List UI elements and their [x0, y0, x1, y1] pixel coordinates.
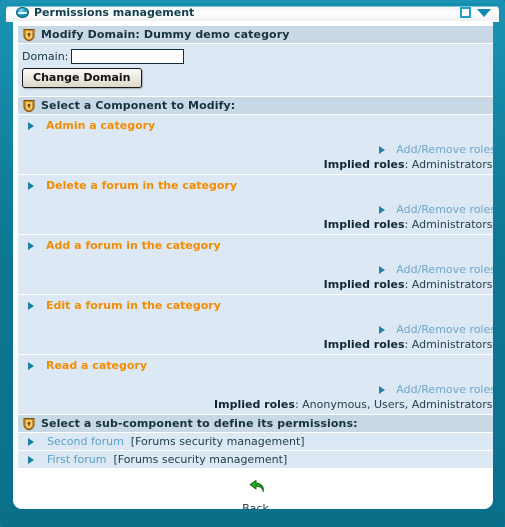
- modify-domain-header: Modify Domain: Dummy demo category: [18, 26, 493, 43]
- chevron-down-icon[interactable]: [477, 8, 491, 17]
- window-client-area: Modify Domain: Dummy demo category Domai…: [13, 21, 493, 509]
- component-link[interactable]: Add a forum in the category: [46, 239, 221, 252]
- triangle-right-icon: [28, 181, 40, 190]
- change-domain-button[interactable]: Change Domain: [22, 68, 142, 88]
- component-title-row: Edit a forum in the category: [18, 299, 493, 312]
- title-bar-left: Permissions management: [16, 6, 194, 19]
- implied-roles-label: Implied roles: [323, 218, 405, 231]
- implied-roles-value: : Administrators,: [404, 158, 493, 171]
- add-remove-roles-row: Add/Remove roles: [18, 143, 493, 156]
- triangle-right-icon: [28, 241, 40, 250]
- triangle-right-icon: [28, 121, 40, 130]
- implied-roles-value: : Administrators,: [404, 338, 493, 351]
- window-globe-icon: [16, 6, 29, 19]
- add-remove-roles-row: Add/Remove roles: [18, 203, 493, 216]
- implied-roles-value: : Administrators,: [404, 218, 493, 231]
- triangle-right-icon: [379, 385, 391, 394]
- subcomponent-list: Second forum [Forums security management]…: [18, 433, 493, 468]
- window-title: Permissions management: [34, 6, 195, 19]
- subcomponents-section-header: Select a sub-component to define its per…: [18, 415, 493, 432]
- implied-roles-label: Implied roles: [323, 278, 405, 291]
- add-remove-roles-link[interactable]: Add/Remove roles: [396, 203, 493, 216]
- component-row: Read a category Add/Remove roles Implied r…: [18, 355, 493, 414]
- shield-icon: [22, 417, 36, 431]
- maximize-button[interactable]: [460, 7, 471, 18]
- domain-field-row: Domain:: [22, 49, 493, 64]
- back-button[interactable]: Back: [18, 480, 493, 509]
- component-row: Add a forum in the category Add/Remove ro…: [18, 235, 493, 294]
- domain-field-label: Domain:: [22, 50, 69, 63]
- modify-domain-form: Domain: Change Domain: [18, 44, 493, 96]
- add-remove-roles-row: Add/Remove roles: [18, 383, 493, 396]
- add-remove-roles-link[interactable]: Add/Remove roles: [396, 383, 493, 396]
- triangle-right-icon: [28, 437, 40, 446]
- subcomponent-link[interactable]: First forum: [47, 453, 106, 466]
- triangle-right-icon: [28, 301, 40, 310]
- back-arrow-icon: [246, 480, 266, 501]
- title-bar: Permissions management: [6, 3, 499, 22]
- shield-icon: [22, 99, 36, 113]
- implied-roles-row: Implied roles: Administrators,: [18, 278, 493, 291]
- component-list: Admin a category Add/Remove roles Implied …: [18, 115, 493, 414]
- implied-roles-row: Implied roles: Anonymous, Users, Adminis…: [18, 398, 493, 411]
- component-row: Admin a category Add/Remove roles Implied …: [18, 115, 493, 174]
- implied-roles-value: : Anonymous, Users, Administrators,: [294, 398, 493, 411]
- application-window: Permissions management Modify Domain: Du…: [0, 0, 505, 527]
- modify-domain-title: Modify Domain: Dummy demo category: [41, 28, 290, 41]
- component-row: Edit a forum in the category Add/Remove r…: [18, 295, 493, 354]
- triangle-right-icon: [28, 361, 40, 370]
- back-label: Back: [242, 502, 269, 509]
- implied-roles-label: Implied roles: [214, 398, 295, 411]
- subcomponent-meta: [Forums security management]: [113, 453, 288, 466]
- subcomponents-section-title: Select a sub-component to define its per…: [41, 417, 358, 430]
- subcomponent-row[interactable]: Second forum [Forums security management]: [18, 433, 493, 450]
- triangle-right-icon: [379, 265, 391, 274]
- implied-roles-label: Implied roles: [323, 158, 405, 171]
- add-remove-roles-link[interactable]: Add/Remove roles: [396, 323, 493, 336]
- implied-roles-value: : Administrators,: [404, 278, 493, 291]
- page-content: Modify Domain: Dummy demo category Domai…: [18, 26, 493, 509]
- component-row: Delete a forum in the category Add/Remove…: [18, 175, 493, 234]
- add-remove-roles-row: Add/Remove roles: [18, 263, 493, 276]
- component-title-row: Read a category: [18, 359, 493, 372]
- component-title-row: Admin a category: [18, 119, 493, 132]
- component-link[interactable]: Delete a forum in the category: [46, 179, 237, 192]
- components-section-title: Select a Component to Modify:: [41, 99, 236, 112]
- component-link[interactable]: Admin a category: [46, 119, 155, 132]
- subcomponent-link[interactable]: Second forum: [47, 435, 124, 448]
- implied-roles-label: Implied roles: [323, 338, 405, 351]
- add-remove-roles-row: Add/Remove roles: [18, 323, 493, 336]
- component-title-row: Add a forum in the category: [18, 239, 493, 252]
- implied-roles-row: Implied roles: Administrators,: [18, 158, 493, 171]
- component-link[interactable]: Edit a forum in the category: [46, 299, 221, 312]
- title-bar-controls: [460, 7, 491, 18]
- subcomponent-meta: [Forums security management]: [130, 435, 305, 448]
- domain-input[interactable]: [71, 49, 185, 64]
- triangle-right-icon: [28, 455, 40, 464]
- components-section-header: Select a Component to Modify:: [18, 97, 493, 114]
- triangle-right-icon: [379, 205, 391, 214]
- implied-roles-row: Implied roles: Administrators,: [18, 218, 493, 231]
- triangle-right-icon: [379, 145, 391, 154]
- triangle-right-icon: [379, 325, 391, 334]
- shield-icon: [22, 28, 36, 42]
- add-remove-roles-link[interactable]: Add/Remove roles: [396, 263, 493, 276]
- component-link[interactable]: Read a category: [46, 359, 147, 372]
- add-remove-roles-link[interactable]: Add/Remove roles: [396, 143, 493, 156]
- implied-roles-row: Implied roles: Administrators,: [18, 338, 493, 351]
- component-title-row: Delete a forum in the category: [18, 179, 493, 192]
- subcomponent-row[interactable]: First forum [Forums security management]: [18, 451, 493, 468]
